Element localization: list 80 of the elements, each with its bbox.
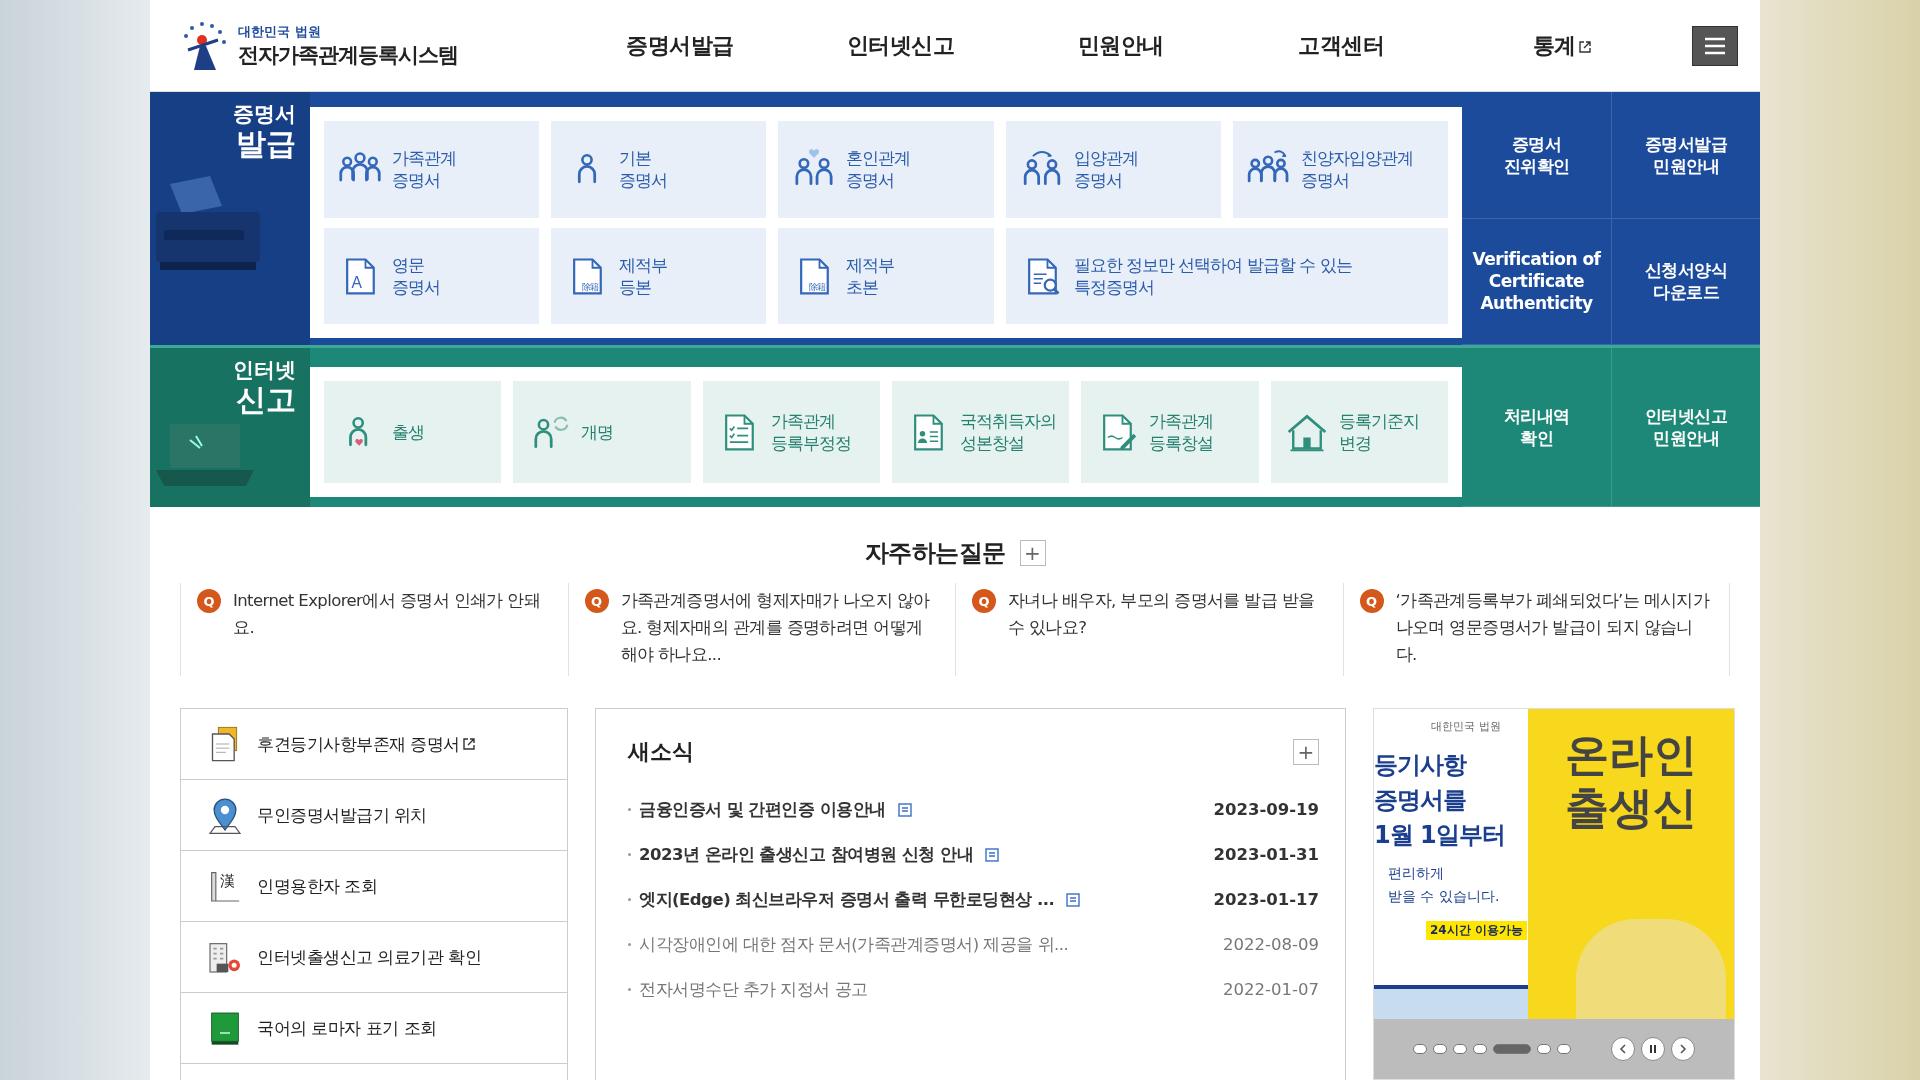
external-link-icon (462, 737, 475, 750)
faq-link[interactable]: 가족관계증명서에 형제자매가 나오지 않아요. 형제자매의 관계를 증명하려면 어떻게 해야 하나요... (620, 587, 937, 668)
banner-headline: 증명서를 (1374, 784, 1467, 816)
report-link[interactable]: 출생 (324, 381, 502, 483)
news-link[interactable]: 시각장애인에 대한 점자 문서(가족관계증명서) 제공을 위... (628, 933, 1069, 956)
quick-link[interactable]: 후견등기사항부존재 증명서 (181, 709, 567, 780)
report-link[interactable]: 개명 (513, 381, 691, 483)
side-link[interactable]: 증명서발급 민원안내 (1611, 92, 1760, 219)
nav-link[interactable]: 민원안내 (1010, 20, 1232, 71)
document-icon (897, 802, 912, 817)
section-heading: 자주하는질문 (864, 538, 1006, 569)
report-link[interactable]: 가족관계 등록부정정 (702, 381, 880, 483)
news-link[interactable]: 전자서명수단 추가 지정서 공고 (628, 978, 868, 1001)
news-link[interactable]: 금융인증서 및 간편인증 이용안내 (628, 798, 912, 821)
site-logo[interactable]: 대한민국 법원 전자가족관계등록시스템 (150, 19, 570, 72)
banner-badge: 24시간 이용가능 (1426, 921, 1527, 941)
section-title: 인터넷 (233, 358, 296, 384)
nav-link[interactable]: 고객센터 (1231, 20, 1452, 71)
report-link[interactable]: 등록기준지 변경 (1270, 381, 1448, 483)
faq-link[interactable]: ‘가족관계등록부가 폐쇄되었다’는 메시지가 나오며 영문증명서가 발급이 되지 않습니다. (1395, 587, 1711, 668)
question-badge: Q (197, 589, 221, 613)
news-date: 2022-01-07 (1223, 980, 1319, 999)
banner-headline: 등기사항 (1374, 750, 1468, 781)
banner-text: 편리하게 받을 수 있습니다. (1387, 864, 1501, 906)
certificate-link[interactable]: 가족관계 증명서 (324, 121, 540, 218)
faq-link[interactable]: Internet Explorer에서 증명서 인쇄가 안돼요. (233, 587, 550, 668)
nav-link[interactable]: 인터넷신고 (790, 20, 1011, 71)
pause-button[interactable] (1641, 1037, 1665, 1061)
news-date: 2023-01-17 (1213, 890, 1319, 909)
site-title: 전자가족관계등록시스템 (238, 41, 458, 69)
next-button[interactable] (1671, 1037, 1695, 1061)
report-link[interactable]: 국적취득자의 성본창설 (892, 381, 1070, 483)
organization-name: 대한민국 법원 (238, 22, 322, 41)
certificate-link[interactable]: 필요한 정보만 선택하여 발급할 수 있는 특정증명서 (1005, 227, 1448, 324)
document-icon (985, 847, 1000, 862)
external-link-icon (1578, 40, 1591, 53)
banner-headline: 온라인 (1565, 729, 1697, 782)
section-title: 증명서 (233, 102, 296, 128)
organization-name: 대한민국 법원 (1431, 719, 1501, 734)
report-link[interactable]: 가족관계 등록창설 (1081, 381, 1259, 483)
side-link[interactable]: 증명서 진위확인 (1462, 92, 1611, 219)
menu-button[interactable] (1692, 25, 1738, 66)
news-date: 2023-01-31 (1213, 845, 1319, 864)
question-badge: Q (972, 589, 996, 613)
chevron-left-icon (1618, 1044, 1628, 1054)
news-date: 2023-09-19 (1213, 800, 1319, 819)
chevron-right-icon (1678, 1044, 1688, 1054)
certificate-link[interactable]: A 영문 증명서 (324, 227, 540, 324)
question-badge: Q (584, 589, 609, 613)
faq-link[interactable]: 자녀나 배우자, 부모의 증명서를 발급 받을 수 있나요? (1008, 587, 1325, 668)
quick-link[interactable]: 인터넷출생신고 의료기관 확인 (181, 922, 567, 993)
menu-icon (1704, 36, 1726, 55)
news-link[interactable]: 2023년 온라인 출생신고 참여병원 신청 안내 (628, 843, 1000, 866)
section-heading: 새소식 (628, 738, 694, 766)
question-badge: Q (1359, 589, 1384, 613)
side-link[interactable]: 인터넷신고 민원안내 (1611, 348, 1760, 507)
certificate-link[interactable]: 입양관계 증명서 (1005, 121, 1221, 218)
certificate-link[interactable]: 친양자입양관계 증명서 (1232, 121, 1448, 218)
quick-link[interactable]: 무인증명서발급기 위치 (181, 780, 567, 851)
news-date: 2022-08-09 (1223, 935, 1319, 954)
certificate-link[interactable]: 기본 증명서 (551, 121, 767, 218)
more-button[interactable]: + (1293, 739, 1319, 765)
more-button[interactable]: + (1019, 540, 1046, 566)
section-title: 신고 (236, 383, 296, 417)
previous-button[interactable] (1611, 1037, 1635, 1061)
quick-link[interactable]: 漢 인명용한자 조회 (181, 851, 567, 922)
side-link[interactable]: 처리내역 확인 (1462, 348, 1611, 507)
banner-headline: 출생신 (1565, 781, 1697, 835)
news-link[interactable]: 엣지(Edge) 최신브라우저 증명서 출력 무한로딩현상 ... (628, 888, 1081, 911)
section-title: 발급 (236, 127, 296, 161)
certificate-link[interactable]: 혼인관계 증명서 (778, 121, 994, 218)
nav-link[interactable]: 증명서발급 (570, 20, 791, 71)
quick-link[interactable]: 국어의 로마자 표기 조회 (181, 993, 567, 1064)
banner-slide[interactable]: 온라인 출생신 (1528, 709, 1734, 1019)
document-icon (1066, 892, 1081, 907)
nav-link[interactable]: 통계 (1451, 20, 1672, 71)
certificate-link[interactable]: 除籍 제적부 초본 (778, 227, 994, 324)
certificate-link[interactable]: 除籍 제적부 등본 (551, 227, 767, 324)
banner-headline: 1월 1일부터 (1374, 819, 1506, 851)
pause-icon (1648, 1044, 1658, 1054)
